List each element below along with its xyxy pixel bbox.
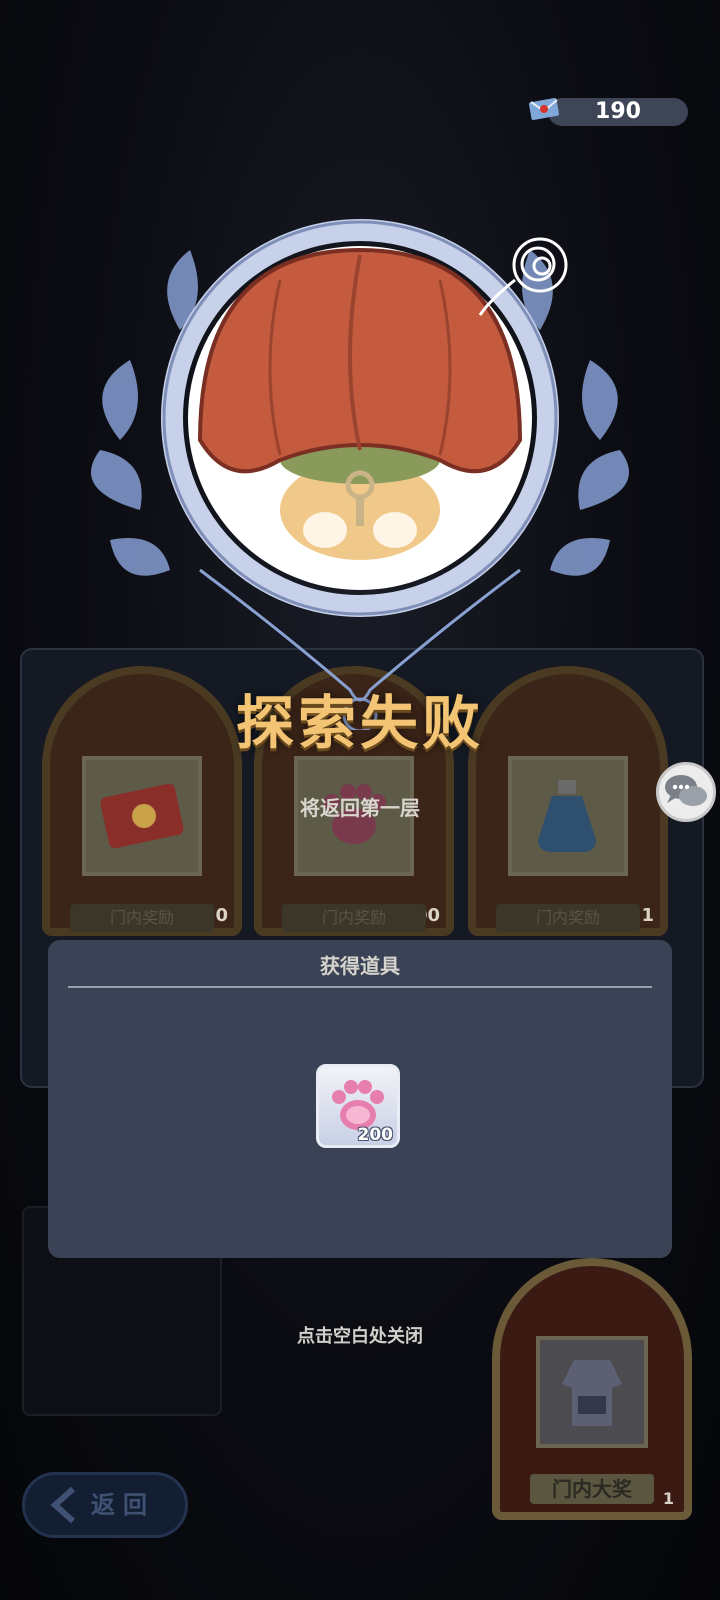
back-button[interactable]: 返回 [22, 1472, 188, 1538]
result-emblem [60, 210, 660, 733]
door-3-quantity: 1 [641, 905, 654, 926]
chat-button[interactable] [656, 762, 716, 822]
reward-dialog: 获得道具 200 [48, 940, 672, 1258]
back-button-label: 返回 [91, 1491, 155, 1519]
door-1-label: 门内奖励 [70, 904, 214, 932]
door-2-label: 门内奖励 [282, 904, 426, 932]
currency-value: 190 [595, 99, 641, 124]
grand-prize-door: 1 门内大奖 [492, 1258, 692, 1520]
back-arrow-icon [50, 1486, 75, 1524]
tap-to-close-hint[interactable]: 点击空白处关闭 [0, 1322, 720, 1348]
currency-counter: 190 [528, 98, 688, 126]
door-3-label: 门内奖励 [496, 904, 640, 932]
reward-item-quantity: 200 [357, 1125, 394, 1145]
reward-item[interactable]: 200 [316, 1064, 400, 1148]
result-title: 探索失败 [235, 689, 484, 757]
dialog-divider [68, 986, 652, 988]
grand-prize-label: 门内大奖 [530, 1474, 654, 1504]
chat-bubbles-icon [665, 775, 707, 806]
result-subtitle: 将返回第一层 [300, 796, 420, 820]
outfit-icon [536, 1336, 648, 1448]
grand-prize-quantity: 1 [662, 1489, 674, 1508]
dialog-header: 获得道具 [320, 954, 400, 978]
